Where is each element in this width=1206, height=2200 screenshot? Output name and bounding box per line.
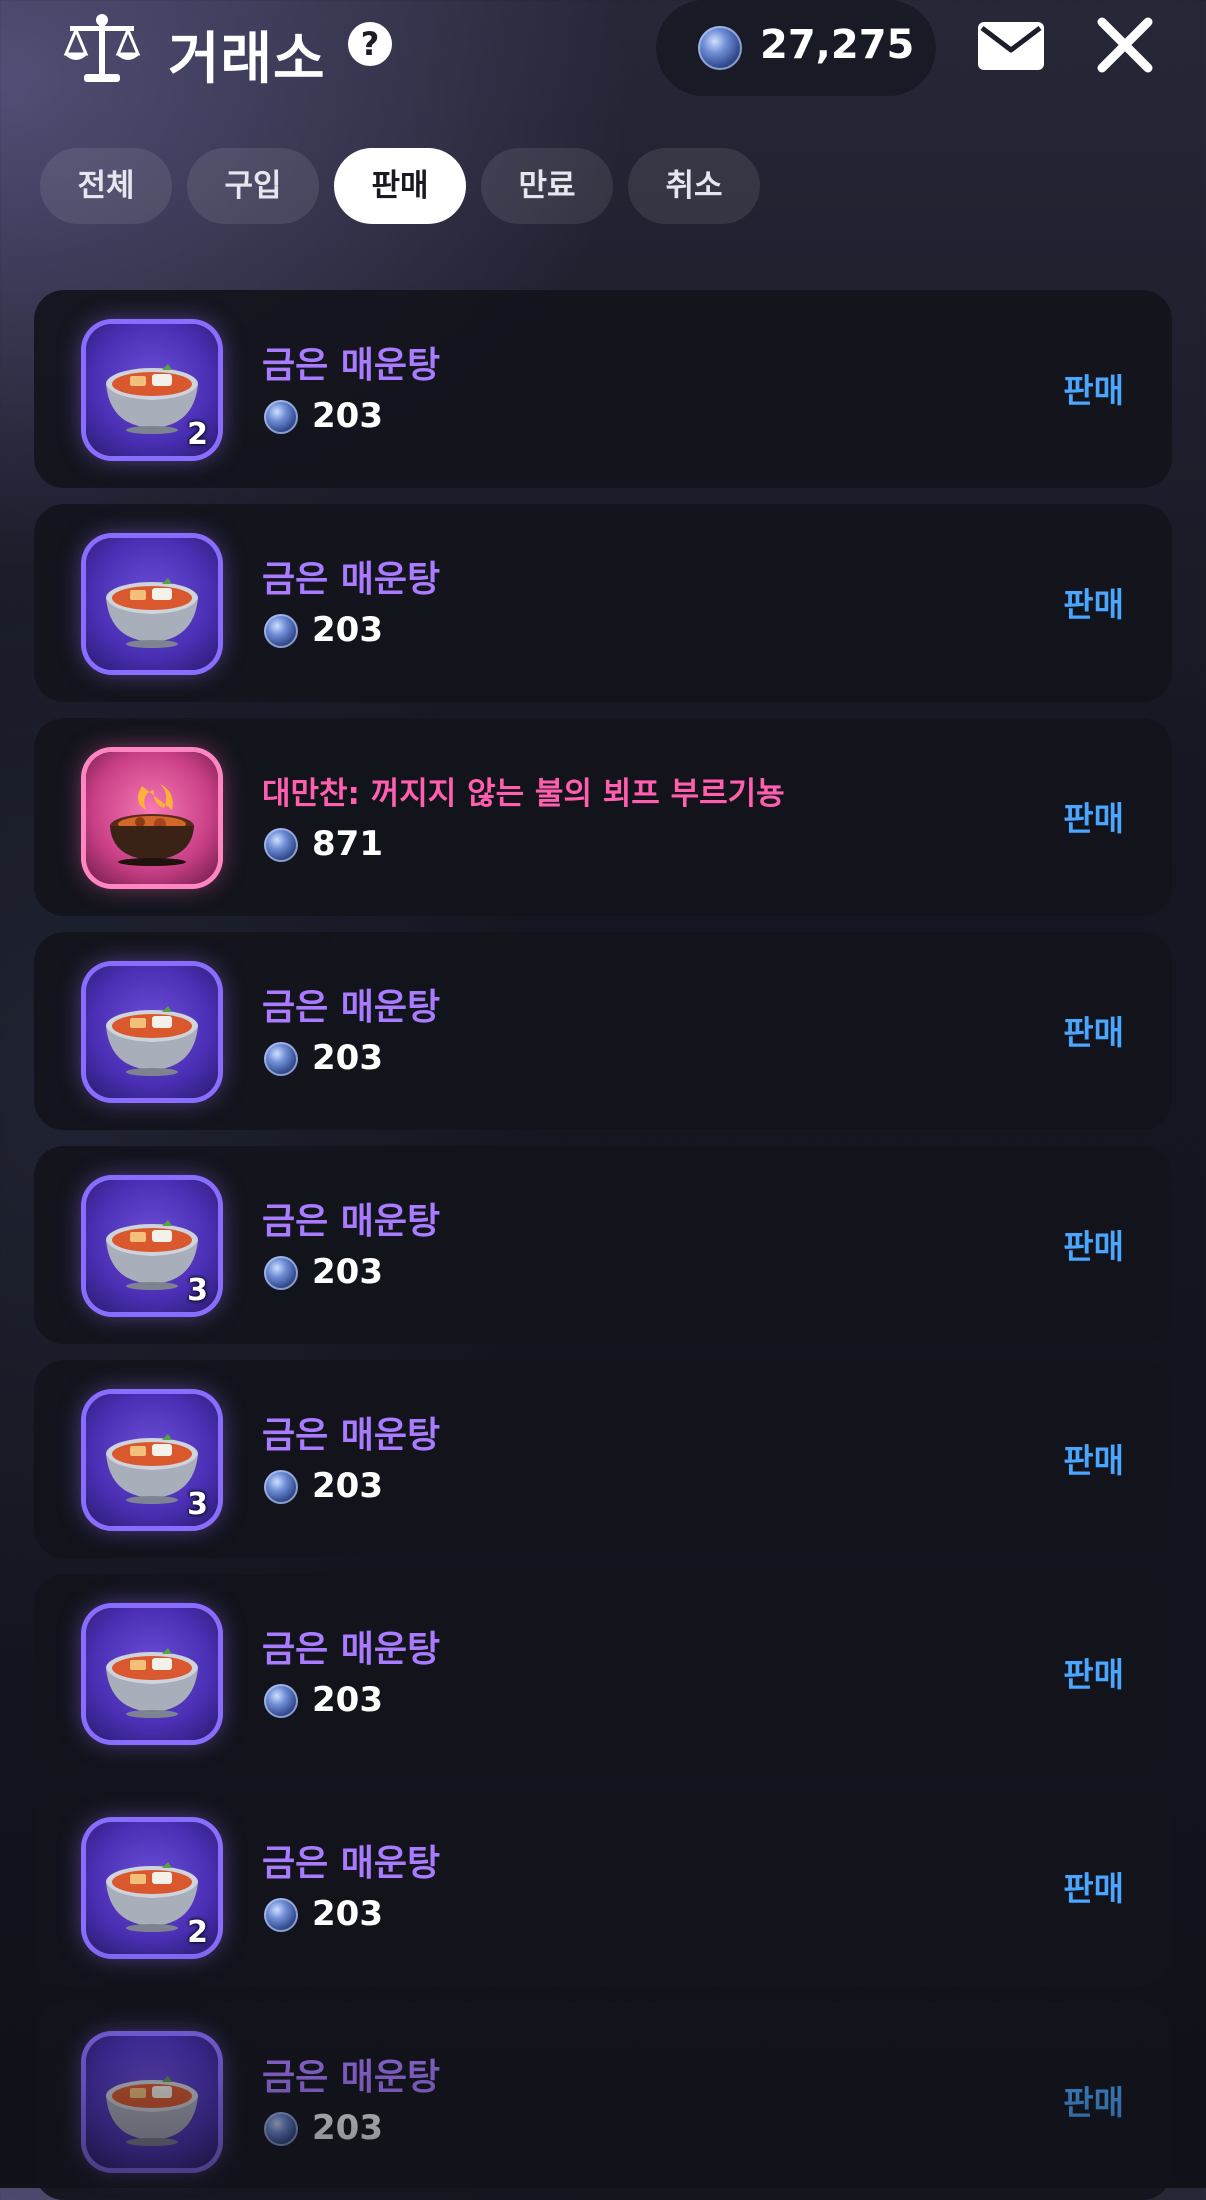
item-name: 금은 매운탕 [262,1201,441,1242]
coin-icon [264,1684,298,1718]
item-name: 금은 매운탕 [262,1629,441,1670]
listing-card[interactable]: 금은 매운탕 203 판매 [34,2002,1172,2200]
item-name: 금은 매운탕 [262,1843,441,1884]
item-thumbnail[interactable] [86,1608,218,1740]
tab-cancelled[interactable]: 취소 [628,148,760,224]
item-price-value: 203 [312,610,383,650]
tab-buy[interactable]: 구입 [187,148,319,224]
header-bar: 거래소 ? 27,275 [0,0,1206,110]
listing-card[interactable]: 3 금은 매운탕 203 판매 [34,1360,1172,1558]
spicy-fish-stew-icon [106,1006,198,1076]
listing-card[interactable]: 2 금은 매운탕 203 판매 [34,1788,1172,1986]
item-price-value: 203 [312,2108,383,2148]
currency-amount: 27,275 [760,22,915,68]
item-name: 금은 매운탕 [262,345,441,386]
listing-card[interactable]: 금은 매운탕 203 판매 [34,1574,1172,1772]
tab-sell[interactable]: 판매 [334,148,466,224]
item-quantity: 2 [187,417,208,452]
coin-icon [264,1898,298,1932]
item-quantity: 2 [187,1915,208,1950]
item-price-value: 203 [312,1894,383,1934]
sell-button[interactable]: 판매 [1063,1006,1124,1054]
listing-card[interactable]: 3 금은 매운탕 203 판매 [34,1146,1172,1344]
item-name: 대만찬: 꺼지지 않는 불의 뵈프 부르기뇽 [262,776,785,812]
close-icon[interactable] [1094,14,1156,76]
item-price-value: 203 [312,1466,383,1506]
item-name: 금은 매운탕 [262,559,441,600]
spicy-fish-stew-icon [106,578,198,648]
coin-icon [264,1256,298,1290]
tab-expired[interactable]: 만료 [481,148,613,224]
spicy-fish-stew-icon [106,2076,198,2146]
sell-button[interactable]: 판매 [1063,1862,1124,1910]
item-price-value: 203 [312,1252,383,1292]
currency-display: 27,275 [656,0,936,96]
sell-button[interactable]: 판매 [1063,1434,1124,1482]
item-price-value: 871 [312,824,383,864]
item-thumbnail[interactable] [86,966,218,1098]
coin-icon [264,1470,298,1504]
coin-icon [264,1042,298,1076]
listing-card[interactable]: 금은 매운탕 203 판매 [34,932,1172,1130]
sell-button[interactable]: 판매 [1063,578,1124,626]
scale-icon [63,14,141,82]
item-name: 금은 매운탕 [262,2057,441,2098]
item-thumbnail[interactable] [86,752,218,884]
listing-card[interactable]: 금은 매운탕 203 판매 [34,504,1172,702]
sell-button[interactable]: 판매 [1063,2076,1124,2124]
coin-icon [264,828,298,862]
item-quantity: 3 [187,1487,208,1522]
item-price-value: 203 [312,1038,383,1078]
item-thumbnail[interactable]: 3 [86,1394,218,1526]
item-thumbnail[interactable]: 2 [86,1822,218,1954]
item-thumbnail[interactable] [86,538,218,670]
hotpot-icon [110,784,194,866]
item-name: 금은 매운탕 [262,987,441,1028]
sell-button[interactable]: 판매 [1063,364,1124,412]
item-price-value: 203 [312,1680,383,1720]
listing-card[interactable]: 대만찬: 꺼지지 않는 불의 뵈프 부르기뇽 871 판매 [34,718,1172,916]
item-thumbnail[interactable]: 3 [86,1180,218,1312]
sell-button[interactable]: 판매 [1063,792,1124,840]
help-icon[interactable]: ? [348,22,392,66]
item-name: 금은 매운탕 [262,1415,441,1456]
coin-icon [698,26,742,70]
item-thumbnail[interactable]: 2 [86,324,218,456]
item-thumbnail[interactable] [86,2036,218,2168]
sell-button[interactable]: 판매 [1063,1648,1124,1696]
item-quantity: 3 [187,1273,208,1308]
tab-all[interactable]: 전체 [40,148,172,224]
item-price-value: 203 [312,396,383,436]
page-title: 거래소 [168,27,326,92]
coin-icon [264,614,298,648]
sell-button[interactable]: 판매 [1063,1220,1124,1268]
coin-icon [264,400,298,434]
mail-icon[interactable] [976,18,1046,74]
listing-card[interactable]: 2 금은 매운탕 203 판매 [34,290,1172,488]
coin-icon [264,2112,298,2146]
spicy-fish-stew-icon [106,1648,198,1718]
